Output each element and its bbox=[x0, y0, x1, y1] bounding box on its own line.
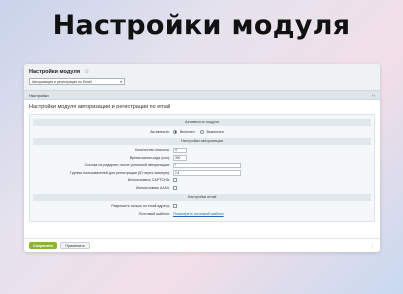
section-title: Настройки модуля авторизации и регистрац… bbox=[29, 104, 171, 110]
ajax-checkbox[interactable] bbox=[173, 185, 177, 190]
radio-on[interactable] bbox=[173, 129, 177, 134]
redirect-row: Ссылка на редирект после успешной автори… bbox=[33, 162, 371, 170]
activity-row: Активность: Включен Выключен bbox=[33, 128, 371, 136]
module-select[interactable]: Авторизация и регистрация по Email ▾ bbox=[29, 78, 125, 85]
settings-window: Настройки модуля ☆ Авторизация и регистр… bbox=[24, 64, 380, 252]
tab-toggle-icon[interactable]: ‹› bbox=[372, 93, 375, 98]
groups-label: Группы пользователей для регистрации (ID… bbox=[70, 170, 170, 175]
lifetime-row: Время жизни кода (сек): 300 bbox=[33, 154, 371, 162]
footer-bar: Сохранить Применить ⋮ bbox=[24, 238, 380, 252]
group-head-email: Настройки email bbox=[33, 193, 371, 201]
content-area: Настройки модуля авторизации и регистрац… bbox=[24, 100, 380, 226]
module-select-value: Авторизация и регистрация по Email bbox=[32, 79, 92, 84]
code-length-input[interactable]: 4 bbox=[173, 147, 187, 153]
save-button[interactable]: Сохранить bbox=[29, 242, 58, 249]
groups-row: Группы пользователей для регистрации (ID… bbox=[33, 169, 371, 177]
page-title: Настройки модуля bbox=[29, 68, 81, 75]
code-length-label: Количество попыток: bbox=[135, 148, 170, 153]
ajax-row: Использовать AJAX: bbox=[33, 184, 371, 192]
group-head-activity: Активность модуля bbox=[33, 119, 371, 126]
chevron-down-icon: ▾ bbox=[120, 79, 122, 84]
radio-on-label: Включен bbox=[180, 129, 195, 134]
allow-row: Разрешить только по email адресу: bbox=[33, 203, 371, 211]
allow-checkbox[interactable] bbox=[173, 204, 177, 209]
redirect-label: Ссылка на редирект после успешной автори… bbox=[84, 163, 170, 168]
group-head-auth: Настройки авторизации bbox=[33, 137, 371, 145]
redirect-input[interactable]: / bbox=[173, 162, 241, 168]
groups-input[interactable]: 2,4 bbox=[173, 170, 241, 176]
template-link[interactable]: Посмотреть почтовый шаблон bbox=[173, 212, 224, 216]
ajax-label: Использовать AJAX: bbox=[135, 185, 170, 190]
tab-bar: Настройки ‹› bbox=[24, 90, 380, 100]
template-label: Почтовый шаблон: bbox=[138, 211, 170, 216]
radio-off-label: Выключен bbox=[206, 129, 224, 134]
captcha-checkbox[interactable] bbox=[173, 178, 177, 183]
allow-label: Разрешить только по email адресу: bbox=[111, 204, 170, 209]
tab-settings[interactable]: Настройки bbox=[29, 93, 49, 98]
captcha-label: Использовать CAPTCHA: bbox=[127, 178, 170, 183]
star-icon[interactable]: ☆ bbox=[84, 68, 89, 75]
code-length-row: Количество попыток: 4 bbox=[33, 147, 371, 155]
captcha-row: Использовать CAPTCHA: bbox=[33, 177, 371, 185]
window-header: Настройки модуля ☆ Авторизация и регистр… bbox=[24, 64, 380, 90]
settings-box: Активность модуля Активность: Включен Вы… bbox=[29, 114, 375, 222]
activity-label: Активность: bbox=[150, 129, 170, 134]
lifetime-input[interactable]: 300 bbox=[173, 155, 187, 161]
more-icon[interactable]: ⋮ bbox=[370, 243, 375, 249]
apply-button[interactable]: Применить bbox=[60, 242, 90, 249]
template-row: Почтовый шаблон: Посмотреть почтовый шаб… bbox=[33, 210, 371, 218]
radio-off[interactable] bbox=[199, 129, 204, 134]
banner-title: Настройки модуля bbox=[52, 10, 351, 41]
lifetime-label: Время жизни кода (сек): bbox=[129, 155, 170, 160]
